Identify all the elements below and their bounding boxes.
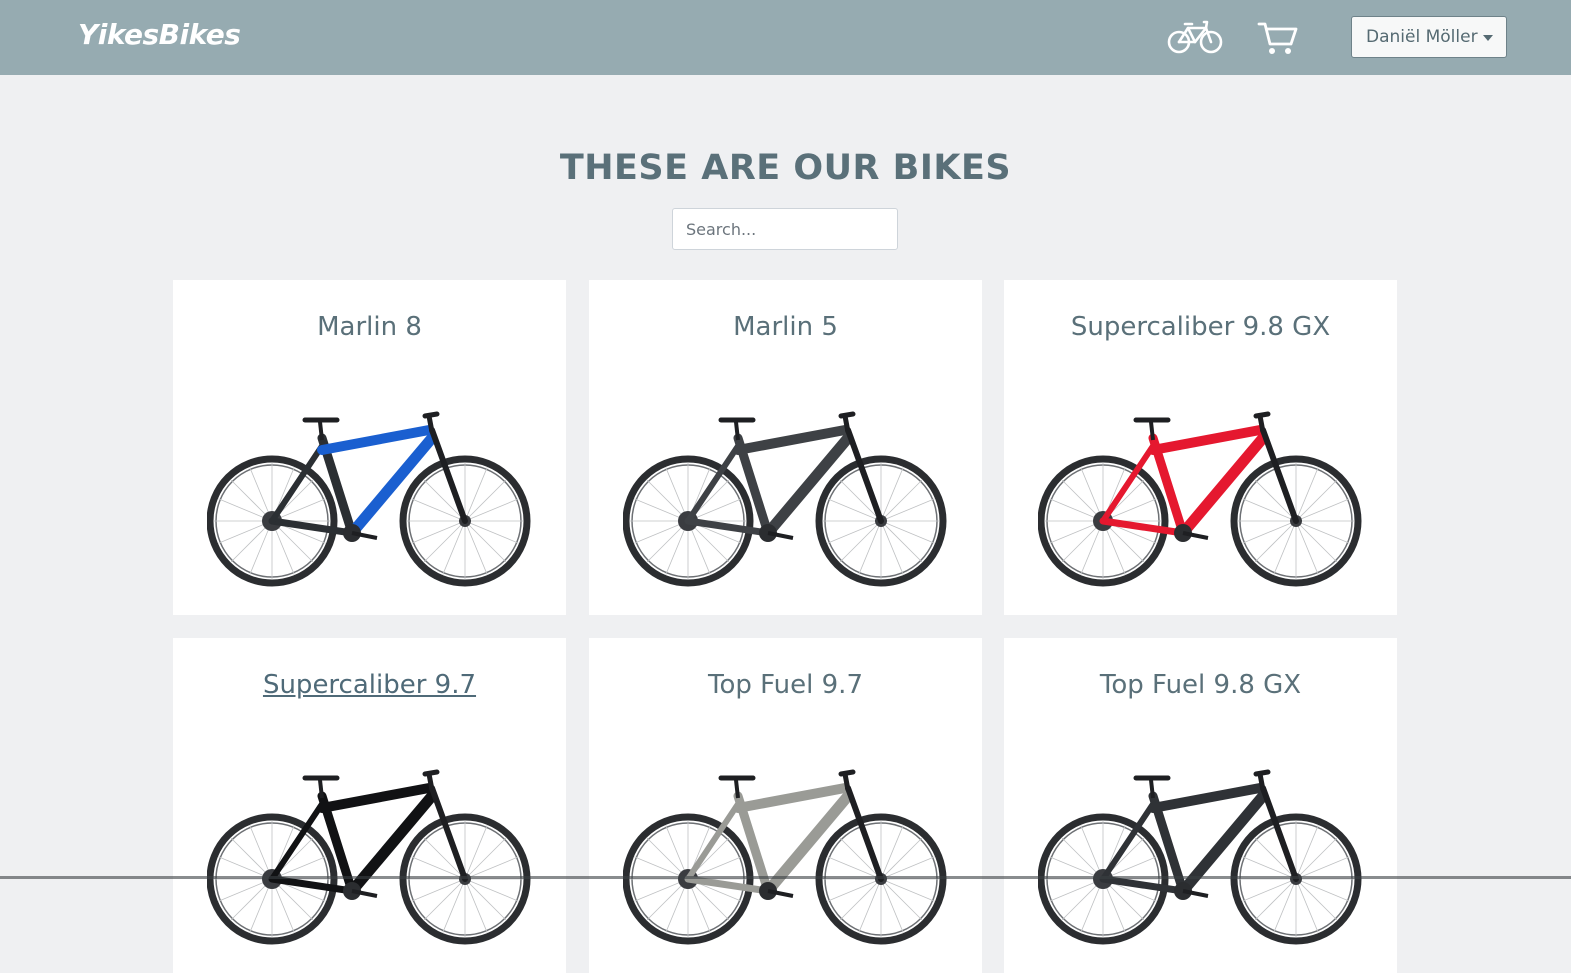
bike-image[interactable]: [622, 408, 948, 588]
bike-card-title[interactable]: Marlin 8: [173, 312, 566, 342]
bike-card[interactable]: Top Fuel 9.7: [589, 638, 982, 973]
bicycle-icon[interactable]: [1166, 18, 1224, 56]
bike-image[interactable]: [1037, 766, 1363, 946]
bike-image[interactable]: [206, 766, 532, 946]
bike-card-title[interactable]: Top Fuel 9.7: [589, 670, 982, 700]
cart-icon[interactable]: [1257, 20, 1299, 56]
bike-card[interactable]: Supercaliber 9.7: [173, 638, 566, 973]
bike-card-title[interactable]: Marlin 5: [589, 312, 982, 342]
search-input[interactable]: [672, 208, 898, 250]
navbar: YikesBikes Daniël Möller: [0, 0, 1571, 75]
chevron-down-icon: [1483, 35, 1493, 41]
bike-card[interactable]: Marlin 5: [589, 280, 982, 615]
brand-logo[interactable]: YikesBikes: [78, 18, 241, 51]
user-name: Daniël Möller: [1366, 27, 1478, 47]
bike-card[interactable]: Supercaliber 9.8 GX: [1004, 280, 1397, 615]
user-dropdown[interactable]: Daniël Möller: [1351, 16, 1507, 58]
bike-image[interactable]: [1037, 408, 1363, 588]
bike-card-title[interactable]: Supercaliber 9.7: [173, 670, 566, 700]
page-title: THESE ARE OUR BIKES: [559, 148, 1012, 188]
bike-image[interactable]: [622, 766, 948, 946]
bike-card-title[interactable]: Supercaliber 9.8 GX: [1004, 312, 1397, 342]
bike-image[interactable]: [206, 408, 532, 588]
bike-card-title[interactable]: Top Fuel 9.8 GX: [1004, 670, 1397, 700]
bottom-divider: [0, 876, 1571, 879]
bike-card[interactable]: Top Fuel 9.8 GX: [1004, 638, 1397, 973]
bike-card[interactable]: Marlin 8: [173, 280, 566, 615]
